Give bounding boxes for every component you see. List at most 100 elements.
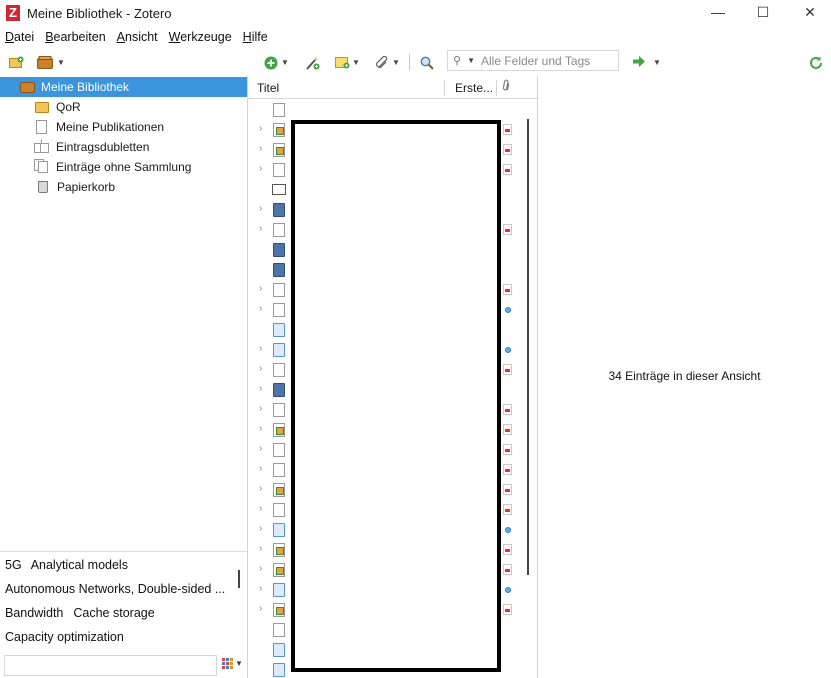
pdf-attachment-icon[interactable] [503,484,512,495]
expand-chevron-icon[interactable]: › [259,143,262,154]
expand-chevron-icon[interactable]: › [259,483,262,494]
tag-autonomous-networks[interactable]: Autonomous Networks, Double-sided ... [5,582,225,596]
expand-chevron-icon[interactable]: › [259,203,262,214]
pdf-attachment-icon[interactable] [503,504,512,515]
attachment-column-paperclip-icon[interactable] [499,78,516,96]
items-scrollbar[interactable] [527,119,529,575]
preprint-icon [273,343,285,357]
expand-chevron-icon[interactable]: › [259,403,262,414]
expand-chevron-icon[interactable]: › [259,423,262,434]
expand-chevron-icon[interactable]: › [259,383,262,394]
tag-analytical-models[interactable]: Analytical models [31,558,128,572]
expand-chevron-icon[interactable]: › [259,543,262,554]
link-attachment-icon[interactable] [505,347,511,353]
pdf-attachment-icon[interactable] [503,144,512,155]
expand-chevron-icon[interactable]: › [259,583,262,594]
preprint-icon [273,663,285,677]
expand-chevron-icon[interactable]: › [259,463,262,474]
tag-5g[interactable]: 5G [5,558,22,572]
collection-qor[interactable]: QoR [0,97,247,117]
collection-duplicates[interactable]: Eintragsdubletten [0,137,247,157]
tag-actions-button[interactable]: ▼ [222,658,243,669]
table-row[interactable] [248,100,523,120]
document-icon [273,623,285,637]
close-button[interactable]: ✕ [795,2,825,24]
menu-werkzeuge[interactable]: Werkzeuge [164,27,238,48]
column-creator-header[interactable]: Erste... [455,81,493,95]
pdf-attachment-icon[interactable] [503,124,512,135]
document-icon [273,403,285,417]
tag-row: 5G Analytical models [5,558,128,572]
expand-chevron-icon[interactable]: › [259,443,262,454]
expand-chevron-icon[interactable]: › [259,603,262,614]
maximize-button[interactable]: ☐ [748,2,778,24]
tag-cache-storage[interactable]: Cache storage [73,606,154,620]
add-by-identifier-button[interactable] [305,52,320,72]
link-attachment-icon[interactable] [505,587,511,593]
sync-button[interactable] [809,52,823,72]
pdf-attachment-icon[interactable] [503,284,512,295]
expand-chevron-icon[interactable]: › [259,503,262,514]
tag-bandwidth[interactable]: Bandwidth [5,606,63,620]
expand-chevron-icon[interactable]: › [259,363,262,374]
expand-chevron-icon[interactable]: › [259,303,262,314]
collection-trash[interactable]: Papierkorb [0,177,247,197]
link-attachment-icon[interactable] [505,527,511,533]
collection-unfiled[interactable]: Einträge ohne Sammlung [0,157,247,177]
document-icon [273,503,285,517]
document-icon [36,120,47,134]
minimize-button[interactable]: — [703,2,733,24]
advanced-search-button[interactable] [420,52,434,72]
pdf-attachment-icon[interactable] [503,224,512,235]
expand-chevron-icon[interactable]: › [259,343,262,354]
add-attachment-button[interactable]: ▼ [375,52,400,72]
menu-ansicht[interactable]: Ansicht [112,27,164,48]
search-mode-chevron-icon[interactable]: ▼ [467,56,475,65]
column-divider[interactable] [496,80,497,96]
chevron-down-icon: ▼ [653,57,661,67]
new-library-button[interactable]: ▼ [37,52,65,72]
pdf-attachment-icon[interactable] [503,424,512,435]
pdf-attachment-icon[interactable] [503,564,512,575]
pdf-attachment-icon[interactable] [503,164,512,175]
tag-filter-input[interactable] [5,656,216,675]
expand-chevron-icon[interactable]: › [259,123,262,134]
expand-chevron-icon[interactable]: › [259,163,262,174]
expand-chevron-icon[interactable]: › [259,223,262,234]
collection-my-publications[interactable]: Meine Publikationen [0,117,247,137]
library-icon [37,56,54,69]
expand-chevron-icon[interactable]: › [259,523,262,534]
menu-bearbeiten[interactable]: Bearbeiten [40,27,111,48]
menu-datei[interactable]: Datei [0,27,40,48]
sync-icon [809,56,823,69]
collection-my-library[interactable]: Meine Bibliothek [0,77,247,97]
add-icon [264,56,278,70]
pdf-attachment-icon[interactable] [503,404,512,415]
menu-hilfe[interactable]: Hilfe [238,27,274,48]
pdf-attachment-icon[interactable] [503,544,512,555]
pdf-attachment-icon[interactable] [503,364,512,375]
new-collection-button[interactable] [9,52,24,72]
new-collection-icon [9,56,24,68]
pdf-attachment-icon[interactable] [503,444,512,455]
column-title-header[interactable]: Titel [257,81,279,95]
pdf-attachment-icon[interactable] [503,604,512,615]
locate-button[interactable]: ▼ [633,52,661,72]
search-field[interactable]: ⚲ ▼ [447,50,619,71]
pdf-attachment-icon[interactable] [503,464,512,475]
tag-scrollbar[interactable] [238,570,240,588]
new-item-button[interactable]: ▼ [264,52,289,72]
chevron-down-icon: ▼ [235,658,243,668]
new-note-button[interactable]: ▼ [335,52,360,72]
document-icon [273,163,285,177]
expand-chevron-icon[interactable]: › [259,283,262,294]
library-icon [20,81,35,93]
items-table-header: Titel Erste... [248,76,537,99]
toolbar: ▼ ▼ ▼ ▼ ⚲ ▼ ▼ [0,48,831,76]
tag-capacity-optimization[interactable]: Capacity optimization [5,630,124,644]
expand-chevron-icon[interactable]: › [259,563,262,574]
tag-filter-field[interactable] [4,655,217,676]
search-input[interactable] [480,53,611,68]
link-attachment-icon[interactable] [505,307,511,313]
column-divider[interactable] [444,80,445,96]
